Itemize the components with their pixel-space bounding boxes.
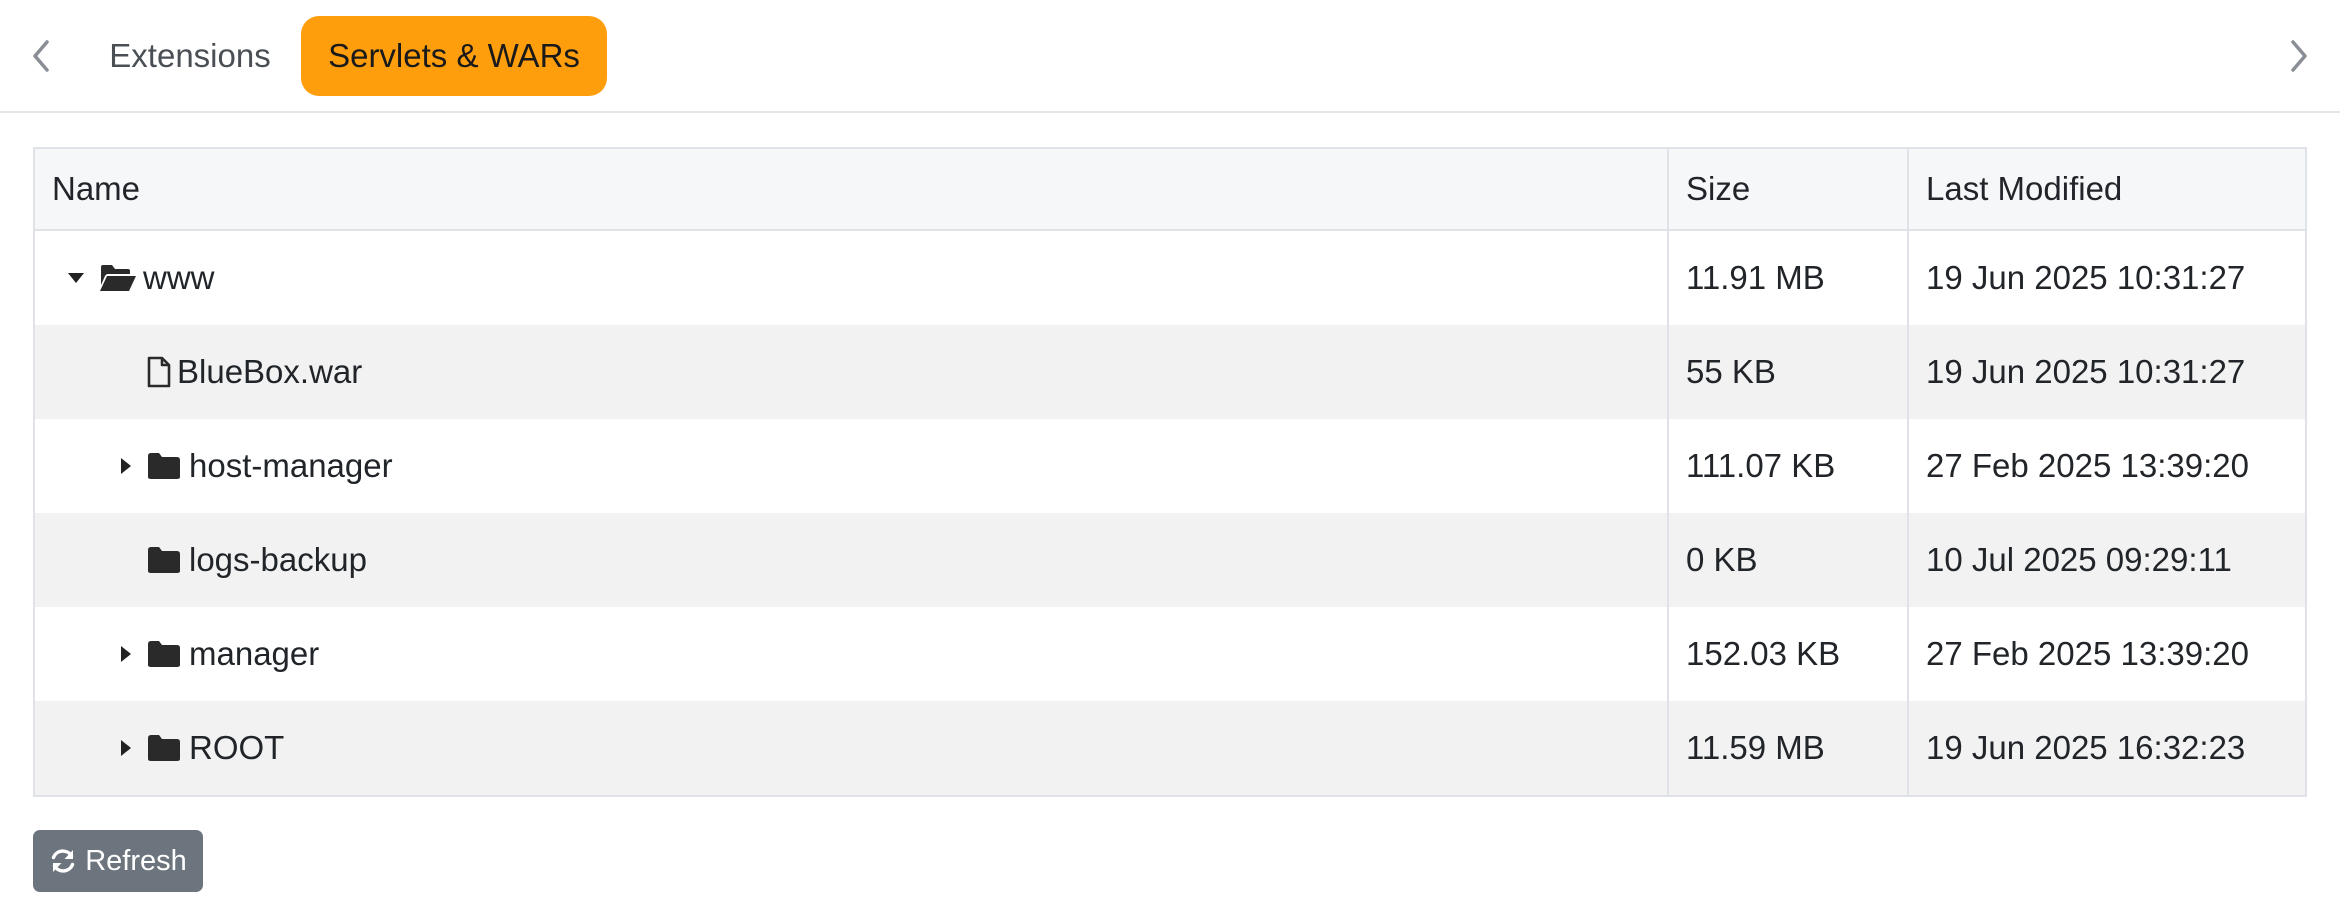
caret-right-icon[interactable] — [115, 643, 137, 665]
tab-extensions[interactable]: Extensions — [100, 16, 280, 96]
folder-icon — [147, 734, 181, 762]
refresh-label: Refresh — [85, 844, 187, 877]
file-size: 11.59 MB — [1686, 729, 1825, 766]
file-size: 111.07 KB — [1686, 447, 1836, 484]
table-row[interactable]: host-manager 111.07 KB 27 Feb 2025 13:39… — [35, 419, 2305, 513]
folder-open-icon — [99, 263, 137, 293]
chevron-left-icon — [33, 40, 49, 72]
tab-bar: Extensions Servlets & WARs — [0, 0, 2340, 113]
table-row[interactable]: www 11.91 MB 19 Jun 2025 10:31:27 — [35, 231, 2305, 325]
file-size: 152.03 KB — [1686, 635, 1841, 672]
table-row[interactable]: logs-backup 0 KB 10 Jul 2025 09:29:11 — [35, 513, 2305, 607]
file-modified: 19 Jun 2025 16:32:23 — [1926, 729, 2246, 766]
column-divider — [1667, 149, 1669, 795]
file-name: manager — [189, 635, 320, 672]
tab-scroll-left-button[interactable] — [28, 30, 54, 82]
file-modified: 27 Feb 2025 13:39:20 — [1926, 447, 2249, 484]
file-name: host-manager — [189, 447, 393, 484]
column-divider — [1907, 149, 1909, 795]
tab-servlets-wars[interactable]: Servlets & WARs — [301, 16, 607, 96]
file-size: 11.91 MB — [1686, 259, 1825, 296]
file-size: 55 KB — [1686, 353, 1776, 390]
file-icon — [147, 356, 171, 388]
refresh-icon — [52, 849, 75, 873]
file-name: www — [143, 259, 215, 296]
chevron-right-icon — [2291, 40, 2307, 72]
refresh-button[interactable]: Refresh — [33, 830, 203, 892]
folder-icon — [147, 546, 181, 574]
file-modified: 19 Jun 2025 10:31:27 — [1926, 259, 2246, 296]
file-table: Name Size Last Modified www 11.91 MB 19 … — [33, 147, 2307, 797]
caret-down-icon[interactable] — [65, 267, 87, 289]
file-modified: 19 Jun 2025 10:31:27 — [1926, 353, 2246, 390]
table-row[interactable]: ROOT 11.59 MB 19 Jun 2025 16:32:23 — [35, 701, 2305, 795]
table-header: Name Size Last Modified — [35, 149, 2305, 231]
tab-scroll-right-button[interactable] — [2286, 30, 2312, 82]
column-header-name[interactable]: Name — [35, 149, 1667, 229]
table-row[interactable]: BlueBox.war 55 KB 19 Jun 2025 10:31:27 — [35, 325, 2305, 419]
caret-right-icon[interactable] — [115, 455, 137, 477]
column-header-size[interactable]: Size — [1669, 149, 1907, 229]
file-size: 0 KB — [1686, 541, 1758, 578]
file-name: BlueBox.war — [177, 353, 363, 390]
file-name: logs-backup — [189, 541, 367, 578]
table-row[interactable]: manager 152.03 KB 27 Feb 2025 13:39:20 — [35, 607, 2305, 701]
file-modified: 27 Feb 2025 13:39:20 — [1926, 635, 2249, 672]
caret-right-icon[interactable] — [115, 737, 137, 759]
folder-icon — [147, 452, 181, 480]
file-name: ROOT — [189, 729, 285, 766]
column-header-last-modified[interactable]: Last Modified — [1909, 149, 2307, 229]
file-modified: 10 Jul 2025 09:29:11 — [1926, 541, 2232, 578]
folder-icon — [147, 640, 181, 668]
